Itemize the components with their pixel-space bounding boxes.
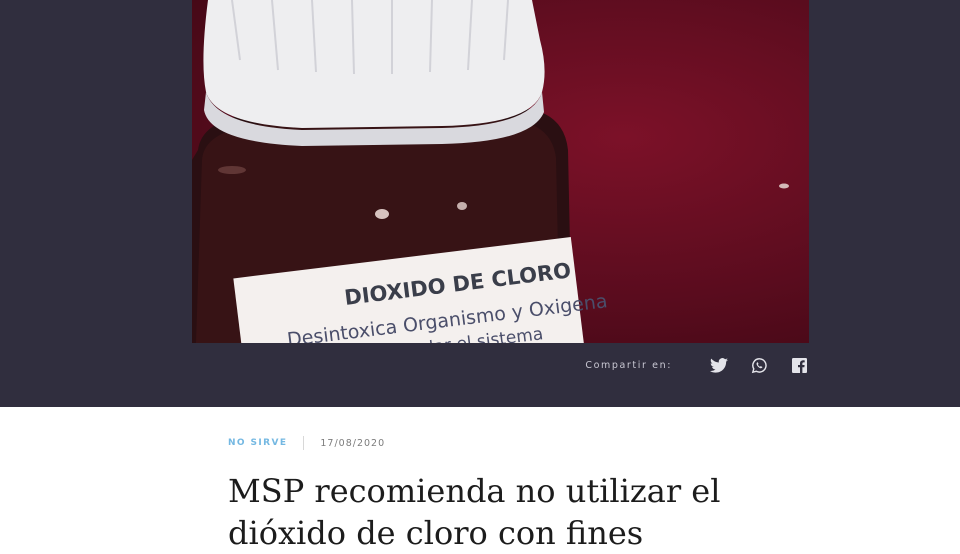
share-label: Compartir en: bbox=[585, 359, 672, 371]
article-photo: DIOXIDO DE CLORO Desintoxica Organismo y… bbox=[192, 0, 809, 343]
meta-divider bbox=[303, 436, 305, 450]
whatsapp-icon[interactable] bbox=[750, 356, 768, 374]
article-title: MSP recomienda no utilizar el dióxido de… bbox=[228, 472, 721, 552]
article-meta: NO SIRVE 17/08/2020 bbox=[228, 436, 385, 450]
hero-section: DIOXIDO DE CLORO Desintoxica Organismo y… bbox=[0, 0, 960, 407]
twitter-icon[interactable] bbox=[710, 356, 728, 374]
category-link[interactable]: NO SIRVE bbox=[228, 438, 287, 448]
publish-date: 17/08/2020 bbox=[320, 437, 386, 449]
share-bar: Compartir en: bbox=[585, 352, 808, 378]
facebook-icon[interactable] bbox=[790, 356, 808, 374]
